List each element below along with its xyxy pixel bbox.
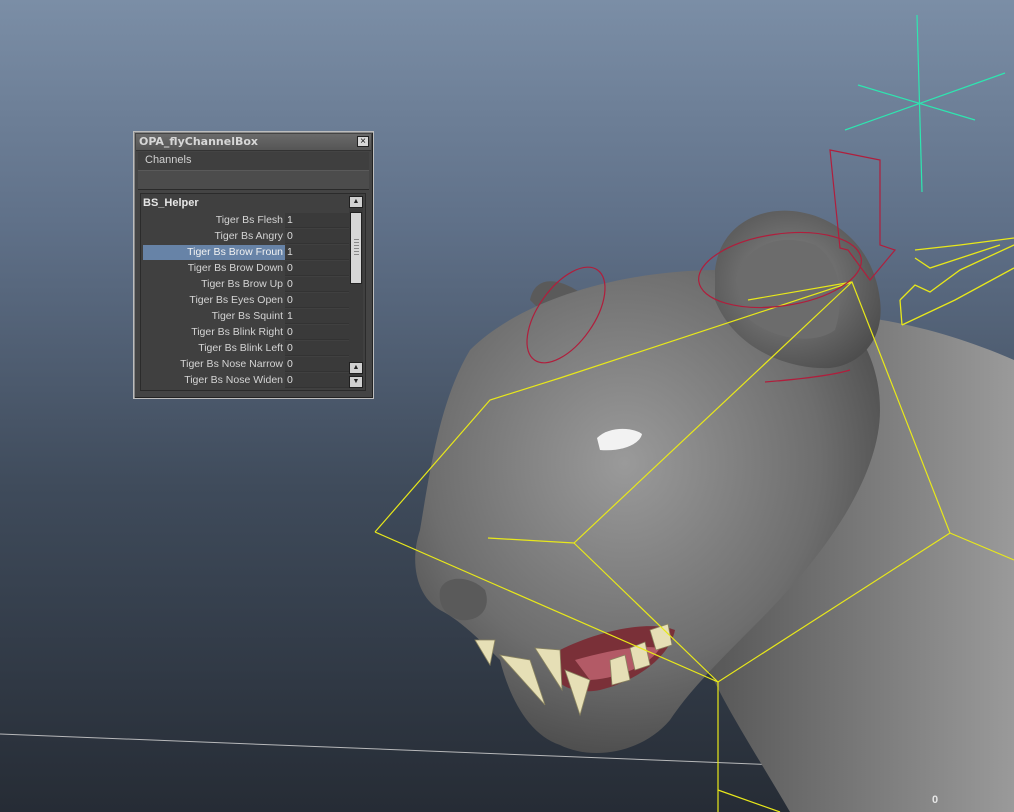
menu-channels[interactable]: Channels bbox=[145, 154, 191, 166]
menu-bar: Channels bbox=[138, 152, 369, 170]
channel-label[interactable]: Tiger Bs Nose Narrow bbox=[143, 357, 285, 372]
channel-row[interactable]: Tiger Bs Squint 1 bbox=[143, 309, 350, 325]
scrollbar-thumb[interactable] bbox=[350, 212, 362, 284]
frame-readout: 0 bbox=[932, 794, 939, 806]
channel-label[interactable]: Tiger Bs Eyes Open bbox=[143, 293, 285, 308]
channel-box-window[interactable]: OPA_flyChannelBox × Channels BS_Helper T… bbox=[133, 131, 374, 399]
channel-rows: Tiger Bs Flesh 1 Tiger Bs Angry 0 Tiger Bs B… bbox=[143, 213, 350, 389]
channel-value-field[interactable]: 1 bbox=[285, 309, 349, 324]
scrollbar[interactable]: ▲ ▲ ▼ bbox=[349, 196, 363, 388]
window-titlebar[interactable]: OPA_flyChannelBox × bbox=[136, 134, 371, 151]
channel-value-field[interactable]: 0 bbox=[285, 325, 349, 340]
channel-row[interactable]: Tiger Bs Flesh 1 bbox=[143, 213, 350, 229]
node-name: BS_Helper bbox=[143, 197, 199, 209]
channel-row[interactable]: Tiger Bs Brow Froun 1 bbox=[143, 245, 350, 261]
channel-label[interactable]: Tiger Bs Squint bbox=[143, 309, 285, 324]
channel-value-field[interactable]: 1 bbox=[285, 245, 349, 260]
arrow-controller bbox=[899, 237, 1014, 326]
channel-label[interactable]: Tiger Bs Blink Left bbox=[143, 341, 285, 356]
channel-row[interactable]: Tiger Bs Blink Right 0 bbox=[143, 325, 350, 341]
channel-value-field[interactable]: 0 bbox=[285, 229, 349, 244]
channel-row[interactable]: Tiger Bs Nose Narrow 0 bbox=[143, 357, 350, 373]
toolbar-strip bbox=[138, 170, 369, 190]
channel-value-field[interactable]: 0 bbox=[285, 357, 349, 372]
channel-value-field[interactable]: 0 bbox=[285, 261, 349, 276]
scroll-up-lower-icon[interactable]: ▲ bbox=[349, 362, 363, 374]
channel-row[interactable]: Tiger Bs Angry 0 bbox=[143, 229, 350, 245]
channel-list-panel: BS_Helper Tiger Bs Flesh 1 Tiger Bs Angry 0… bbox=[140, 193, 366, 391]
locator-cross bbox=[844, 14, 1006, 193]
window-title: OPA_flyChannelBox bbox=[139, 135, 258, 148]
channel-label[interactable]: Tiger Bs Flesh bbox=[143, 213, 285, 228]
channel-row[interactable]: Tiger Bs Nose Widen 0 bbox=[143, 373, 350, 389]
grid-line bbox=[0, 733, 781, 766]
channel-label[interactable]: Tiger Bs Brow Down bbox=[143, 261, 285, 276]
viewport-3d[interactable] bbox=[0, 0, 1014, 812]
channel-value-field[interactable]: 0 bbox=[285, 373, 349, 388]
scroll-down-icon[interactable]: ▼ bbox=[349, 376, 363, 388]
channel-row[interactable]: Tiger Bs Brow Down 0 bbox=[143, 261, 350, 277]
channel-label[interactable]: Tiger Bs Brow Froun bbox=[143, 245, 285, 260]
channel-value-field[interactable]: 0 bbox=[285, 293, 349, 308]
scene bbox=[0, 14, 1014, 812]
channel-label[interactable]: Tiger Bs Blink Right bbox=[143, 325, 285, 340]
channel-value-field[interactable]: 0 bbox=[285, 341, 349, 356]
scroll-up-icon[interactable]: ▲ bbox=[349, 196, 363, 208]
channel-row[interactable]: Tiger Bs Brow Up 0 bbox=[143, 277, 350, 293]
channel-row[interactable]: Tiger Bs Blink Left 0 bbox=[143, 341, 350, 357]
channel-label[interactable]: Tiger Bs Nose Widen bbox=[143, 373, 285, 388]
channel-label[interactable]: Tiger Bs Brow Up bbox=[143, 277, 285, 292]
channel-label[interactable]: Tiger Bs Angry bbox=[143, 229, 285, 244]
channel-value-field[interactable]: 0 bbox=[285, 277, 349, 292]
grip-icon bbox=[354, 239, 359, 257]
channel-row[interactable]: Tiger Bs Eyes Open 0 bbox=[143, 293, 350, 309]
close-button[interactable]: × bbox=[357, 136, 369, 147]
channel-value-field[interactable]: 1 bbox=[285, 213, 349, 228]
